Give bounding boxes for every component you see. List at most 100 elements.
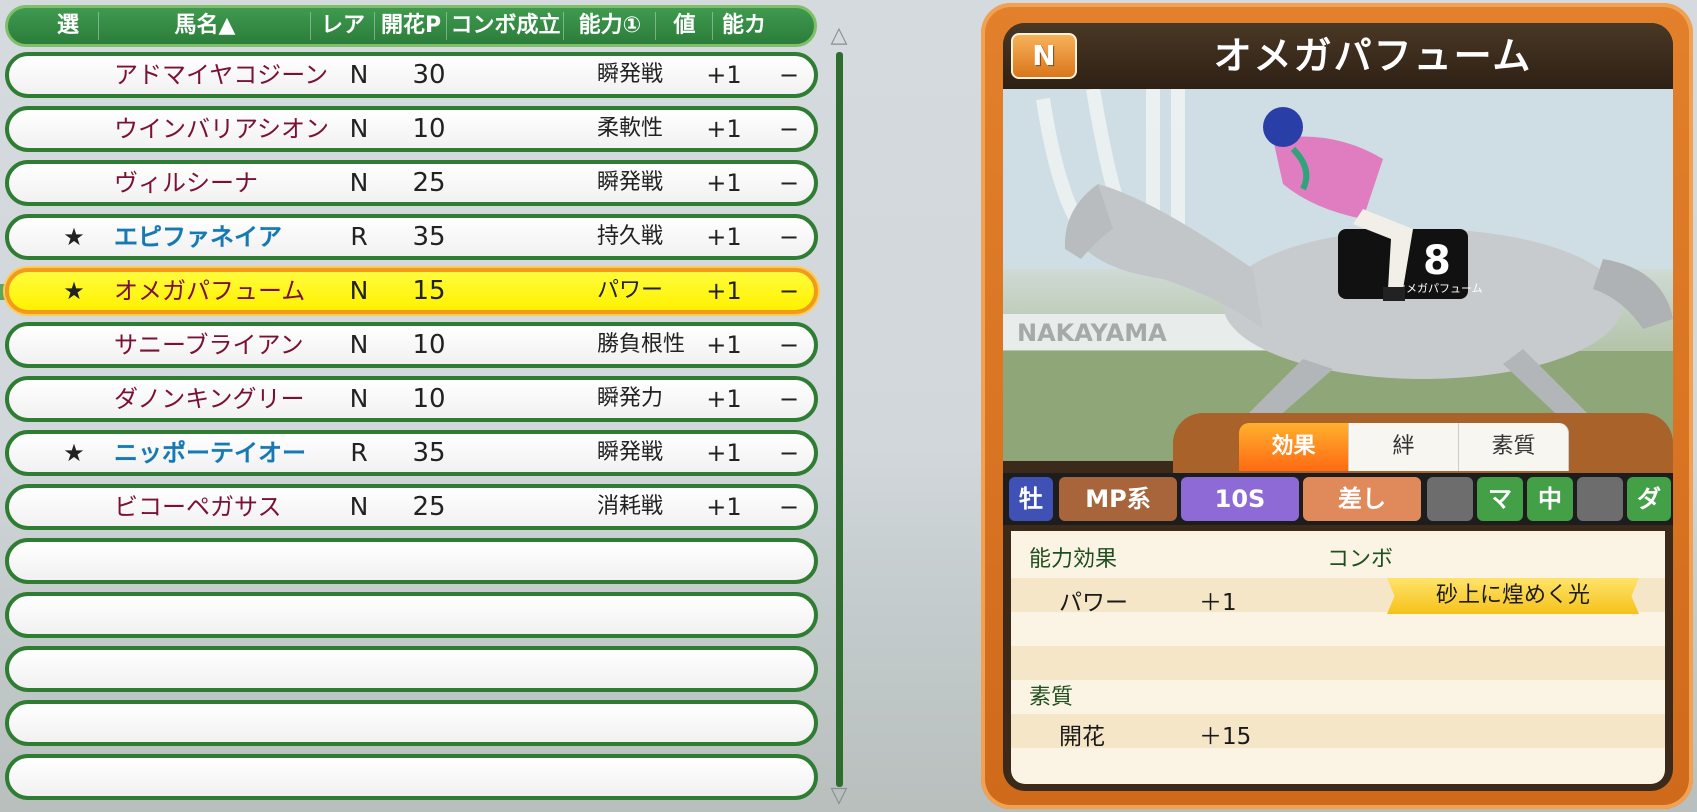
header-horse-name[interactable]: 馬名▲ [100, 8, 310, 44]
horse-name: ビコーペガサス [114, 493, 282, 521]
table-row[interactable]: アドマイヤコジーン N 30 瞬発戦 +1 − [5, 52, 818, 98]
sex-tag: 牡 [1009, 477, 1053, 521]
scroll-up-arrow-icon[interactable]: △ [824, 24, 854, 48]
horse-name: ダノンキングリー [114, 385, 305, 413]
billboard-text: NAKAYAMA [1017, 319, 1167, 347]
rarity: R [350, 222, 368, 251]
favorite-star [54, 380, 94, 418]
ability: 柔軟性 [597, 116, 664, 141]
running-style-tag: 差し [1303, 477, 1421, 521]
ability2: − [778, 439, 800, 467]
bloom-points: 35 [412, 222, 446, 252]
scrollbar[interactable] [836, 52, 843, 787]
header-ability2[interactable]: 能カ [714, 8, 774, 44]
rarity: N [349, 384, 369, 413]
rarity: N [349, 330, 369, 359]
favorite-star: ★ [63, 223, 85, 251]
ability-value: +1 [706, 439, 742, 467]
header-divider [446, 12, 447, 40]
rarity: N [349, 492, 369, 521]
distance-tag-middle: 中 [1527, 477, 1573, 521]
ability-value: +1 [706, 115, 742, 143]
ability: 瞬発戦 [597, 62, 664, 87]
table-row[interactable]: ★ ニッポーテイオー R 35 瞬発戦 +1 − [5, 430, 818, 476]
ability-value: +1 [706, 331, 742, 359]
table-row[interactable]: ヴィルシーナ N 25 瞬発戦 +1 − [5, 160, 818, 206]
rarity: N [349, 60, 369, 89]
rarity: R [350, 438, 368, 467]
bloom-points: 10 [412, 330, 446, 360]
ability-value: +1 [706, 223, 742, 251]
scroll-down-arrow-icon[interactable]: ▽ [824, 784, 854, 808]
favorite-star [54, 164, 94, 202]
empty-row[interactable] [5, 700, 818, 746]
tab-trait[interactable]: 素質 [1459, 423, 1569, 471]
header-rarity[interactable]: レア [312, 8, 374, 44]
horse-name: ヴィルシーナ [114, 169, 258, 197]
combo-name-banner[interactable]: 砂上に煌めく光 [1387, 578, 1639, 614]
header-combo[interactable]: コンボ成立 [448, 8, 563, 44]
ability: 持久戦 [597, 224, 664, 249]
header-value[interactable]: 値 [657, 8, 712, 44]
header-bloom-points[interactable]: 開花P [376, 8, 446, 44]
table-header: 選 馬名▲ レア 開花P コンボ成立 能力① 値 能カ [5, 5, 817, 47]
ability-value: +1 [706, 277, 742, 305]
table-row[interactable]: サニーブライアン N 10 勝負根性 +1 − [5, 322, 818, 368]
table-row[interactable]: ビコーペガサス N 25 消耗戦 +1 − [5, 484, 818, 530]
rarity: N [349, 114, 369, 143]
stripe [1011, 714, 1665, 748]
ability-effect-label: 能力効果 [1029, 547, 1118, 572]
favorite-star [54, 326, 94, 364]
ability2: − [778, 331, 800, 359]
effect-panel: 能力効果 コンボ パワー ＋1 砂上に煌めく光 素質 開花 ＋15 [1011, 531, 1665, 784]
empty-row[interactable] [5, 754, 818, 800]
ability2: − [778, 493, 800, 521]
table-row[interactable]: ウインバリアシオン N 10 柔軟性 +1 − [5, 106, 818, 152]
ability2: − [778, 385, 800, 413]
effect-name: パワー [1059, 590, 1128, 616]
tab-effect[interactable]: 効果 [1239, 423, 1349, 471]
bloom-points: 10 [412, 384, 446, 414]
lineage-tag: MP系 [1059, 477, 1177, 521]
saddle-number: 8 [1423, 238, 1451, 284]
horse-name: ウインバリアシオン [114, 115, 330, 143]
bloom-points: 10 [412, 114, 446, 144]
table-row-selected[interactable]: ★ オメガパフューム N 15 パワー +1 − [5, 268, 818, 314]
favorite-star: ★ [63, 277, 85, 305]
ability2: − [778, 61, 800, 89]
empty-row[interactable] [5, 538, 818, 584]
tab-bond[interactable]: 絆 [1349, 423, 1459, 471]
card-body: N オメガパフューム NAKAYAMA 8 オメガパフューム 効果 絆 素質 牡… [1003, 23, 1673, 791]
attribute-tag-bar: 牡 MP系 10S 差し マ 中 ダ [1003, 473, 1673, 525]
table-row[interactable]: ダノンキングリー N 10 瞬発力 +1 − [5, 376, 818, 422]
favorite-star: ★ [63, 439, 85, 467]
ability: 瞬発力 [597, 386, 664, 411]
ability-value: +1 [706, 493, 742, 521]
rarity: N [349, 168, 369, 197]
ability: 消耗戦 [597, 494, 664, 519]
horse-photo: NAKAYAMA 8 オメガパフューム [1003, 89, 1673, 461]
rarity: N [349, 276, 369, 305]
ability-value: +1 [706, 61, 742, 89]
ability2: − [778, 169, 800, 197]
horse-name: ニッポーテイオー [114, 439, 306, 467]
ability: 瞬発戦 [597, 170, 664, 195]
favorite-star [54, 488, 94, 526]
rarity-badge: N [1011, 33, 1077, 79]
bloom-points: 15 [412, 276, 446, 306]
table-row[interactable]: ★ エピファネイア R 35 持久戦 +1 − [5, 214, 818, 260]
header-divider [374, 12, 375, 40]
empty-row[interactable] [5, 646, 818, 692]
ability: パワー [597, 278, 664, 303]
horse-title: オメガパフューム [1213, 34, 1533, 78]
empty-row[interactable] [5, 592, 818, 638]
bloom-points: 30 [412, 60, 446, 90]
ability2: − [778, 223, 800, 251]
header-select[interactable]: 選 [38, 8, 98, 44]
combo-label: コンボ [1327, 547, 1394, 572]
distance-tag-empty [1427, 477, 1473, 521]
header-divider [712, 12, 713, 40]
header-ability1[interactable]: 能力① [565, 8, 655, 44]
surface-tag-dirt: ダ [1627, 477, 1671, 521]
header-divider [310, 12, 311, 40]
